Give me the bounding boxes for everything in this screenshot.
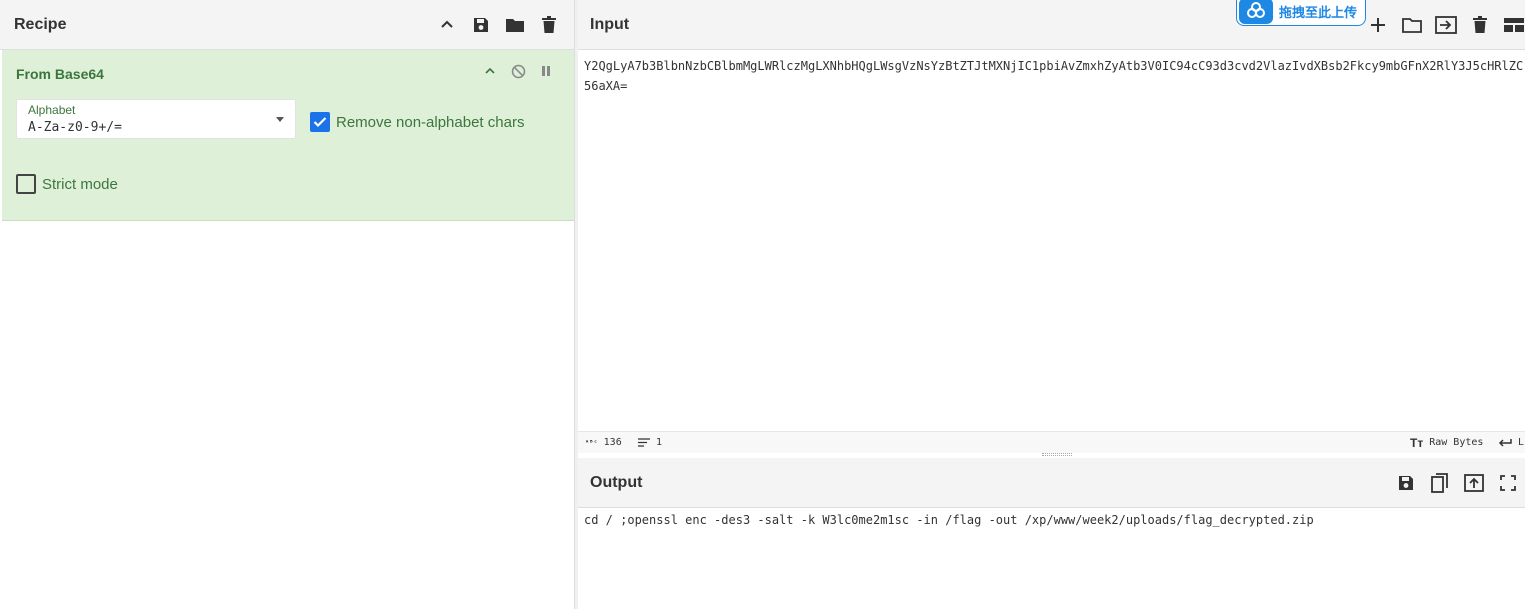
- input-text[interactable]: Y2QgLyA7b3BlbnNzbCBlbmMgLWRlczMgLXNhbHQg…: [584, 56, 1524, 96]
- recipe-toolbar: [436, 14, 560, 36]
- from-base64-operation[interactable]: From Base64 Alphabet A-Za-z0-9+/= Remove…: [2, 50, 574, 221]
- chevron-up-icon[interactable]: [482, 63, 498, 79]
- lines-value: 1: [656, 437, 663, 448]
- alphabet-value: A-Za-z0-9+/=: [28, 120, 122, 135]
- checkbox-unchecked-icon[interactable]: [16, 174, 36, 194]
- encoding-value: Raw Bytes: [1429, 437, 1484, 448]
- open-folder-icon[interactable]: [1401, 14, 1423, 36]
- recipe-header: Recipe: [0, 0, 574, 50]
- input-header: Input: [578, 0, 1525, 50]
- load-file-icon[interactable]: [1435, 14, 1457, 36]
- output-text[interactable]: cd / ;openssl enc -des3 -salt -k W3lc0me…: [584, 510, 1314, 530]
- pause-icon[interactable]: [538, 63, 554, 79]
- plus-icon[interactable]: [1367, 14, 1389, 36]
- remove-nonalphabet-label: Remove non-alphabet chars: [336, 113, 525, 131]
- recipe-panel: Recipe From Base64 Alphabet A-Za-z0-9+/=…: [0, 0, 575, 609]
- encoding-selector[interactable]: Tт Raw Bytes: [1410, 436, 1483, 450]
- abc-icon: ᴬᴮᶜ: [585, 438, 598, 447]
- io-resize-handle[interactable]: [1042, 453, 1072, 456]
- layout-icon[interactable]: [1503, 14, 1525, 36]
- output-textarea[interactable]: cd / ;openssl enc -des3 -salt -k W3lc0me…: [578, 508, 1525, 609]
- upload-badge[interactable]: 拖拽至此上传: [1236, 0, 1366, 26]
- strict-mode-checkbox[interactable]: Strict mode: [16, 174, 118, 194]
- upload-badge-text: 拖拽至此上传: [1279, 4, 1358, 20]
- output-toolbar: [1395, 472, 1519, 494]
- length-stat: ᴬᴮᶜ 136: [585, 437, 622, 448]
- output-title: Output: [590, 473, 643, 491]
- save-icon[interactable]: [470, 14, 492, 36]
- eol-selector[interactable]: L: [1498, 437, 1524, 448]
- trash-icon[interactable]: [538, 14, 560, 36]
- text-format-icon: Tт: [1410, 435, 1424, 450]
- fullscreen-icon[interactable]: [1497, 472, 1519, 494]
- eol-value: L: [1518, 437, 1525, 448]
- replace-input-icon[interactable]: [1463, 472, 1485, 494]
- alphabet-label: Alphabet: [28, 103, 76, 117]
- save-icon[interactable]: [1395, 472, 1417, 494]
- strict-mode-label: Strict mode: [42, 175, 118, 193]
- return-arrow-icon: [1498, 438, 1512, 447]
- lines-stat: 1: [638, 437, 662, 448]
- folder-icon[interactable]: [504, 14, 526, 36]
- cloud-upload-icon: [1239, 0, 1273, 24]
- input-textarea[interactable]: Y2QgLyA7b3BlbnNzbCBlbmMgLWRlczMgLXNhbHQg…: [578, 50, 1525, 431]
- operation-controls: [482, 63, 554, 79]
- input-toolbar: [1367, 14, 1525, 36]
- chevron-up-icon[interactable]: [436, 14, 458, 36]
- copy-icon[interactable]: [1429, 472, 1451, 494]
- input-status-bar: ᴬᴮᶜ 136 1 Tт Raw Bytes L: [578, 431, 1525, 453]
- caret-down-icon[interactable]: [276, 117, 284, 122]
- checkbox-checked-icon[interactable]: [310, 112, 330, 132]
- trash-icon[interactable]: [1469, 14, 1491, 36]
- disable-icon[interactable]: [510, 63, 526, 79]
- length-value: 136: [603, 437, 622, 448]
- remove-nonalphabet-checkbox[interactable]: Remove non-alphabet chars: [310, 112, 524, 132]
- output-header: Output: [578, 458, 1525, 508]
- alphabet-select[interactable]: Alphabet A-Za-z0-9+/=: [16, 99, 296, 139]
- operation-title: From Base64: [16, 66, 104, 82]
- lines-icon: [638, 438, 650, 447]
- recipe-title: Recipe: [14, 15, 67, 33]
